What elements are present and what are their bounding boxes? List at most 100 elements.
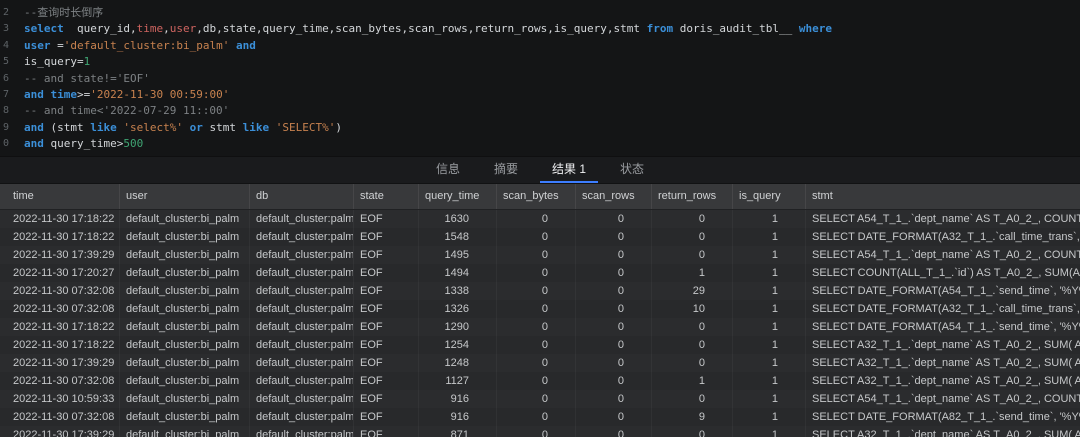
cell-db[interactable]: default_cluster:palm: [250, 336, 354, 354]
cell-user[interactable]: default_cluster:bi_palm: [120, 228, 250, 246]
table-row[interactable]: 2022-11-30 07:32:08 default_cluster:bi_pa…: [0, 282, 1080, 300]
cell-return_rows[interactable]: 0: [652, 390, 733, 408]
cell-scan_bytes[interactable]: 0: [497, 210, 576, 228]
table-row[interactable]: 2022-11-30 17:39:29 default_cluster:bi_pa…: [0, 354, 1080, 372]
cell-user[interactable]: default_cluster:bi_palm: [120, 246, 250, 264]
cell-state[interactable]: EOF: [354, 372, 419, 390]
table-row[interactable]: 2022-11-30 07:32:08 default_cluster:bi_pa…: [0, 300, 1080, 318]
cell-time[interactable]: 2022-11-30 17:39:29: [0, 354, 120, 372]
cell-stmt[interactable]: SELECT A32_T_1_.`dept_name` AS T_A0_2_, …: [806, 426, 1080, 437]
cell-scan_rows[interactable]: 0: [576, 408, 652, 426]
sql-editor[interactable]: 2 --查询时长倒序 3 select query_id,time,user,db,s…: [0, 0, 1080, 156]
cell-scan_rows[interactable]: 0: [576, 228, 652, 246]
cell-scan_bytes[interactable]: 0: [497, 372, 576, 390]
cell-query_time[interactable]: 916: [419, 408, 497, 426]
cell-return_rows[interactable]: 0: [652, 246, 733, 264]
cell-is_query[interactable]: 1: [733, 282, 806, 300]
column-header-user[interactable]: user: [120, 184, 250, 209]
cell-stmt[interactable]: SELECT A54_T_1_.`dept_name` AS T_A0_2_, …: [806, 390, 1080, 408]
cell-scan_bytes[interactable]: 0: [497, 426, 576, 437]
table-row[interactable]: 2022-11-30 17:39:29 default_cluster:bi_pa…: [0, 246, 1080, 264]
cell-scan_bytes[interactable]: 0: [497, 336, 576, 354]
cell-scan_bytes[interactable]: 0: [497, 390, 576, 408]
table-row[interactable]: 2022-11-30 17:18:22 default_cluster:bi_pa…: [0, 336, 1080, 354]
cell-query_time[interactable]: 1326: [419, 300, 497, 318]
cell-db[interactable]: default_cluster:palm: [250, 210, 354, 228]
cell-query_time[interactable]: 1495: [419, 246, 497, 264]
cell-scan_bytes[interactable]: 0: [497, 282, 576, 300]
cell-scan_rows[interactable]: 0: [576, 246, 652, 264]
cell-time[interactable]: 2022-11-30 17:18:22: [0, 318, 120, 336]
cell-state[interactable]: EOF: [354, 354, 419, 372]
cell-state[interactable]: EOF: [354, 246, 419, 264]
cell-scan_rows[interactable]: 0: [576, 372, 652, 390]
cell-scan_rows[interactable]: 0: [576, 354, 652, 372]
cell-query_time[interactable]: 1338: [419, 282, 497, 300]
cell-scan_rows[interactable]: 0: [576, 300, 652, 318]
cell-return_rows[interactable]: 0: [652, 210, 733, 228]
cell-db[interactable]: default_cluster:palm: [250, 318, 354, 336]
cell-time[interactable]: 2022-11-30 17:18:22: [0, 228, 120, 246]
cell-db[interactable]: default_cluster:palm: [250, 246, 354, 264]
cell-scan_rows[interactable]: 0: [576, 426, 652, 437]
column-header-time[interactable]: time: [0, 184, 120, 209]
cell-state[interactable]: EOF: [354, 264, 419, 282]
cell-stmt[interactable]: SELECT DATE_FORMAT(A32_T_1_.`call_time_t…: [806, 228, 1080, 246]
cell-time[interactable]: 2022-11-30 17:39:29: [0, 426, 120, 437]
cell-scan_bytes[interactable]: 0: [497, 408, 576, 426]
cell-time[interactable]: 2022-11-30 17:20:27: [0, 264, 120, 282]
cell-stmt[interactable]: SELECT A32_T_1_.`dept_name` AS T_A0_2_, …: [806, 336, 1080, 354]
cell-stmt[interactable]: SELECT A54_T_1_.`dept_name` AS T_A0_2_, …: [806, 210, 1080, 228]
cell-query_time[interactable]: 916: [419, 390, 497, 408]
cell-query_time[interactable]: 1127: [419, 372, 497, 390]
tab-status[interactable]: 状态: [608, 157, 656, 183]
cell-time[interactable]: 2022-11-30 17:39:29: [0, 246, 120, 264]
cell-scan_rows[interactable]: 0: [576, 282, 652, 300]
column-header-stmt[interactable]: stmt: [806, 184, 1080, 209]
grid-body[interactable]: 2022-11-30 17:18:22 default_cluster:bi_pa…: [0, 210, 1080, 437]
cell-scan_rows[interactable]: 0: [576, 318, 652, 336]
cell-scan_bytes[interactable]: 0: [497, 354, 576, 372]
cell-user[interactable]: default_cluster:bi_palm: [120, 372, 250, 390]
cell-return_rows[interactable]: 1: [652, 372, 733, 390]
cell-return_rows[interactable]: 1: [652, 264, 733, 282]
cell-time[interactable]: 2022-11-30 07:32:08: [0, 300, 120, 318]
cell-state[interactable]: EOF: [354, 426, 419, 437]
cell-scan_bytes[interactable]: 0: [497, 318, 576, 336]
cell-scan_rows[interactable]: 0: [576, 210, 652, 228]
cell-user[interactable]: default_cluster:bi_palm: [120, 336, 250, 354]
cell-stmt[interactable]: SELECT DATE_FORMAT(A82_T_1_.`send_time`,…: [806, 408, 1080, 426]
cell-return_rows[interactable]: 0: [652, 228, 733, 246]
cell-db[interactable]: default_cluster:palm: [250, 390, 354, 408]
cell-stmt[interactable]: SELECT DATE_FORMAT(A32_T_1_.`call_time_t…: [806, 300, 1080, 318]
cell-db[interactable]: default_cluster:palm: [250, 408, 354, 426]
cell-stmt[interactable]: SELECT A54_T_1_.`dept_name` AS T_A0_2_, …: [806, 246, 1080, 264]
cell-return_rows[interactable]: 0: [652, 354, 733, 372]
cell-scan_rows[interactable]: 0: [576, 264, 652, 282]
cell-is_query[interactable]: 1: [733, 354, 806, 372]
cell-query_time[interactable]: 1254: [419, 336, 497, 354]
tab-result-1[interactable]: 结果 1: [540, 157, 599, 183]
cell-is_query[interactable]: 1: [733, 300, 806, 318]
cell-state[interactable]: EOF: [354, 300, 419, 318]
cell-user[interactable]: default_cluster:bi_palm: [120, 318, 250, 336]
column-header-query_time[interactable]: query_time: [419, 184, 497, 209]
table-row[interactable]: 2022-11-30 17:18:22 default_cluster:bi_pa…: [0, 318, 1080, 336]
cell-scan_bytes[interactable]: 0: [497, 264, 576, 282]
cell-db[interactable]: default_cluster:palm: [250, 354, 354, 372]
cell-is_query[interactable]: 1: [733, 426, 806, 437]
cell-time[interactable]: 2022-11-30 07:32:08: [0, 408, 120, 426]
column-header-state[interactable]: state: [354, 184, 419, 209]
cell-state[interactable]: EOF: [354, 282, 419, 300]
tab-info[interactable]: 信息: [424, 157, 472, 183]
table-row[interactable]: 2022-11-30 17:20:27 default_cluster:bi_pa…: [0, 264, 1080, 282]
cell-stmt[interactable]: SELECT A32_T_1_.`dept_name` AS T_A0_2_, …: [806, 372, 1080, 390]
column-header-is_query[interactable]: is_query: [733, 184, 806, 209]
cell-stmt[interactable]: SELECT COUNT(ALL_T_1_.`id`) AS T_A0_2_, …: [806, 264, 1080, 282]
cell-user[interactable]: default_cluster:bi_palm: [120, 408, 250, 426]
cell-return_rows[interactable]: 29: [652, 282, 733, 300]
cell-time[interactable]: 2022-11-30 10:59:33: [0, 390, 120, 408]
cell-scan_rows[interactable]: 0: [576, 390, 652, 408]
cell-is_query[interactable]: 1: [733, 372, 806, 390]
table-row[interactable]: 2022-11-30 17:39:29 default_cluster:bi_pa…: [0, 426, 1080, 437]
